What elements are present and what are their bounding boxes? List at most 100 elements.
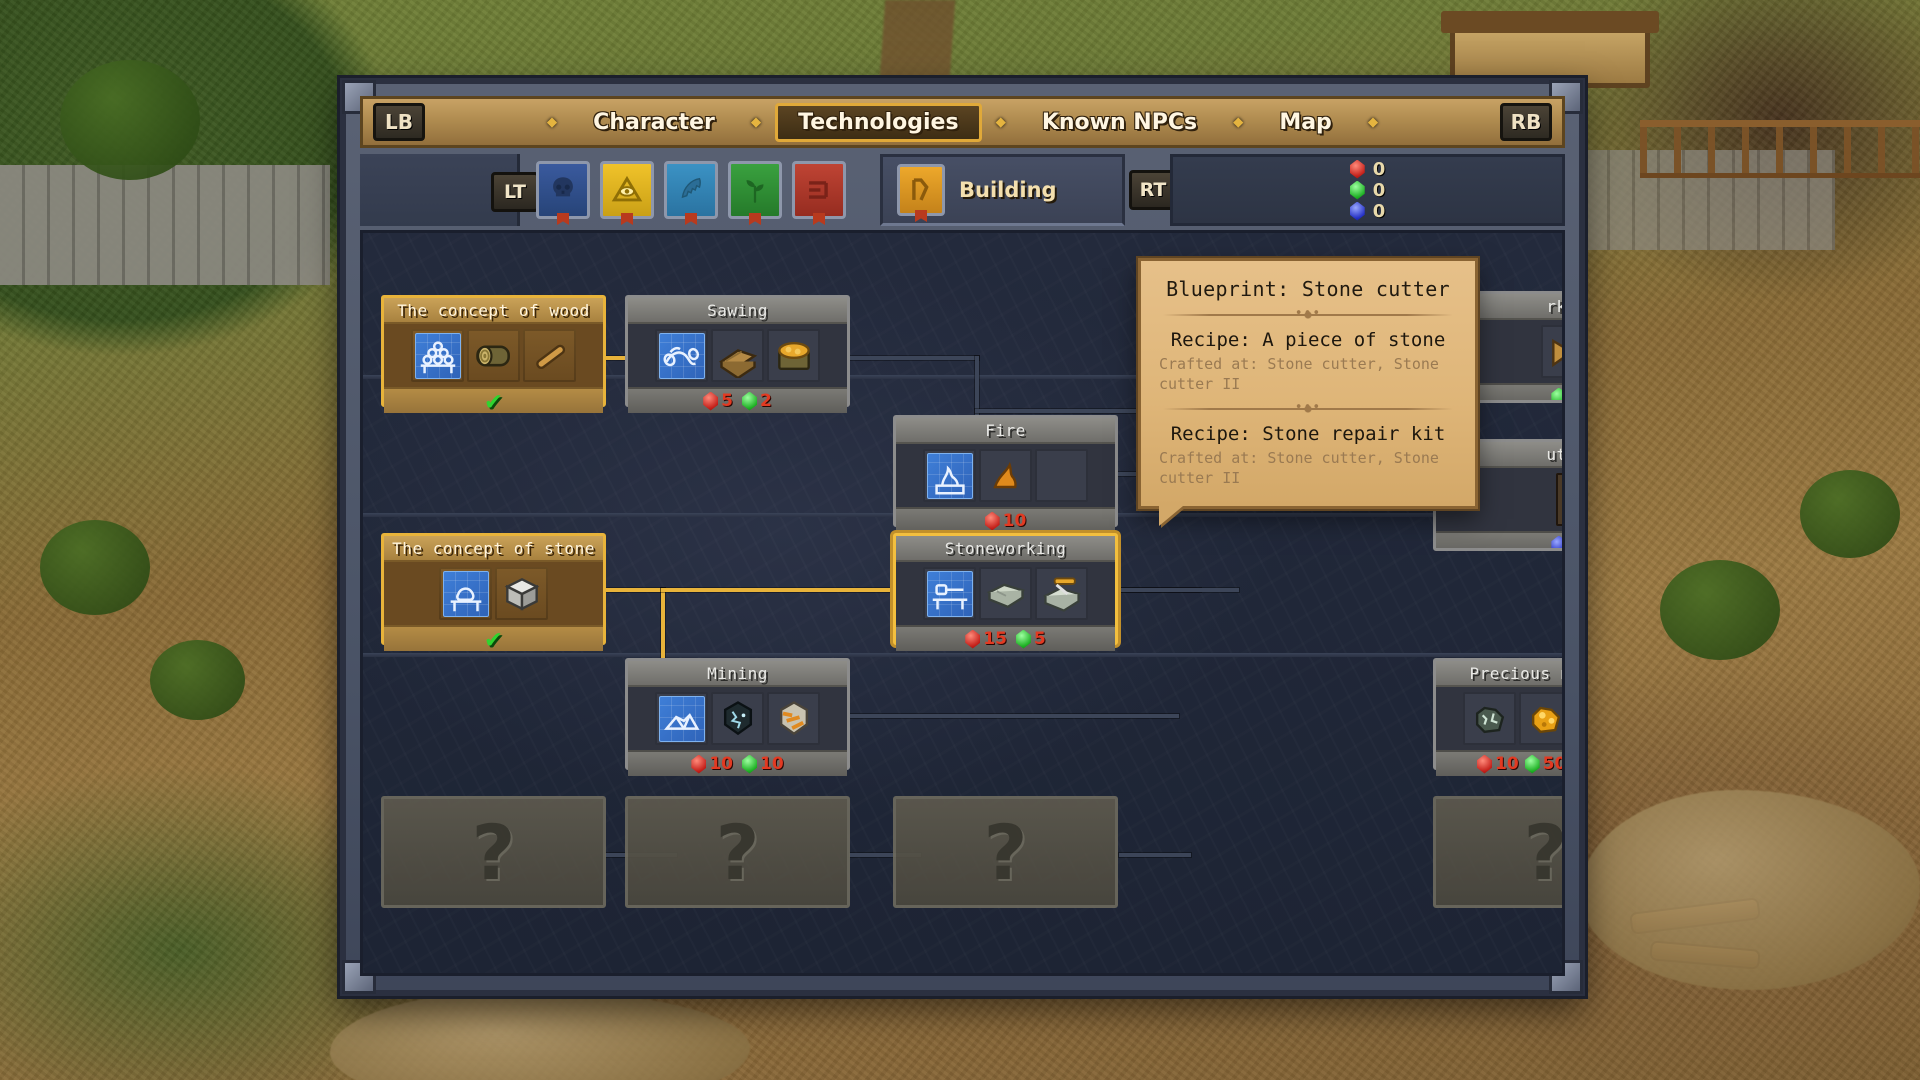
slot-item-stone-cutter-table [1035, 567, 1088, 620]
link-sawing-right [849, 356, 979, 360]
tech-node-title: Sawing [628, 298, 847, 324]
wood-planks-icon [716, 334, 760, 378]
tech-node-concept-of-stone[interactable]: The concept of stone ✔ [381, 533, 606, 652]
stone-cutter-table-icon [1040, 572, 1084, 616]
tooltip-crafted-at-2: Crafted at: Stone cutter, Stone cutter I… [1159, 448, 1439, 487]
stone-slab-icon [984, 572, 1028, 616]
cost-red: 10 [1476, 754, 1519, 774]
tech-node-locked-4[interactable]: ? [1433, 796, 1562, 908]
red-gem-icon [965, 629, 981, 649]
slot-item-stone-block [495, 567, 548, 620]
sword-book-icon[interactable] [792, 161, 846, 219]
resource-counter-panel: 0 0 0 [1170, 154, 1565, 226]
tech-node-title: Fire [896, 418, 1115, 444]
tech-node-locked-3[interactable]: ? [893, 796, 1118, 908]
slot-blueprint [655, 692, 708, 745]
red-gem-icon [691, 754, 707, 774]
blueprint-ore-pile-icon [658, 695, 705, 742]
red-gem-count: 0 [1372, 158, 1386, 180]
slot-item-sawdust-stump [767, 329, 820, 382]
green-gem-icon [1015, 629, 1031, 649]
tech-node-locked-2[interactable]: ? [625, 796, 850, 908]
tab-character[interactable]: Character [571, 104, 737, 141]
green-gem-icon [1551, 387, 1562, 400]
hammer-book-icon[interactable] [897, 164, 945, 216]
tech-node-sawing[interactable]: Sawing 5 2 [625, 295, 850, 413]
tooltip-recipe-2: Recipe: Stone repair kit [1170, 422, 1446, 445]
slot-blueprint [439, 567, 492, 620]
tech-node-slots [1436, 687, 1562, 750]
left-bumper-button[interactable]: LB [373, 103, 425, 141]
selected-category-panel[interactable]: Building [880, 154, 1125, 226]
lumberjack-npc-icon [1561, 478, 1563, 522]
tech-node-concept-of-wood[interactable]: The concept of wood ✔ [381, 295, 606, 414]
tech-node-firestarting[interactable]: Fire 10 [893, 415, 1118, 533]
row-divider [363, 653, 1562, 657]
cost-value: 10 [760, 754, 784, 774]
top-tab-bar: LB ◆ Character ◆ Technologies ◆ Known NP… [360, 96, 1565, 148]
green-gem-icon [742, 391, 757, 411]
link-mining-to-precious [849, 714, 1179, 718]
tech-node-title: Precious metals [1436, 661, 1562, 687]
tech-node-locked-1[interactable]: ? [381, 796, 606, 908]
slot-item-lumberjack [1556, 473, 1563, 526]
tech-node-precious-metals[interactable]: Precious metals [1433, 658, 1562, 776]
resource-blue: 0 [1349, 201, 1385, 222]
cost-green: 5 [1015, 629, 1046, 649]
blueprint-fire-icon [926, 452, 973, 499]
eye-pyramid-book-icon[interactable] [600, 161, 654, 219]
cost-red: 15 [965, 629, 1007, 649]
tech-node-stoneworking[interactable]: Stoneworking 15 5 [893, 533, 1118, 651]
stone-wall-left [0, 165, 330, 285]
right-bumper-button[interactable]: RB [1500, 103, 1552, 141]
green-gem-icon [1349, 180, 1365, 200]
researched-check-icon: ✔ [485, 624, 502, 654]
cost-green: 50 [1524, 754, 1565, 774]
tech-node-slots [384, 562, 603, 625]
tech-node-slots [628, 324, 847, 387]
tab-map[interactable]: Map [1257, 104, 1354, 141]
stone-block-icon [500, 572, 544, 616]
sawdust-stump-icon [772, 334, 816, 378]
blueprint-stone-bench-icon [442, 570, 489, 617]
tech-node-footer: ✔ [384, 387, 603, 414]
tooltip-title: Blueprint: Stone cutter [1166, 277, 1450, 301]
bush-d [1800, 470, 1900, 558]
cost-blue: 20 [1551, 535, 1562, 548]
cost-value: 15 [983, 629, 1007, 649]
cost-value: 50 [1542, 754, 1565, 774]
category-bar: LT Building RT 0 0 0 [360, 154, 1565, 226]
bush-b [150, 640, 245, 720]
tab-separator-icon: ◆ [995, 112, 1006, 132]
plant-book-icon[interactable] [728, 161, 782, 219]
slot-blueprint [411, 329, 464, 382]
tech-node-footer: 10 [896, 507, 1115, 533]
slot-empty [1035, 449, 1088, 502]
tech-node-mining[interactable]: Mining 10 10 [625, 658, 850, 776]
tab-technologies[interactable]: Technologies [775, 102, 982, 142]
cost-value: 5 [721, 391, 733, 411]
green-gem-icon [1524, 754, 1540, 774]
locked-question-icon: ? [471, 807, 516, 897]
slot-item-wood-log [467, 329, 520, 382]
feather-book-icon[interactable] [664, 161, 718, 219]
left-trigger-button[interactable]: LT [491, 172, 539, 212]
tech-node-footer: 10 10 [628, 750, 847, 776]
tech-node-title: The concept of wood [384, 298, 603, 324]
bush-a [40, 520, 150, 615]
locked-question-icon: ? [983, 807, 1028, 897]
slot-item-wood-planks [711, 329, 764, 382]
tech-node-footer: 20 [1436, 531, 1562, 548]
iron-nugget-icon [1468, 697, 1512, 741]
tab-list: ◆ Character ◆ Technologies ◆ Known NPCs … [435, 99, 1490, 145]
cost-green: 2 [742, 391, 772, 411]
fence-right [1640, 120, 1920, 178]
tab-known-npcs[interactable]: Known NPCs [1020, 104, 1219, 141]
red-gem-icon [1349, 159, 1365, 179]
tech-node-footer: ✔ [384, 624, 603, 654]
skull-book-icon[interactable] [536, 161, 590, 219]
tooltip-crafted-at-1: Crafted at: Stone cutter, Stone cutter I… [1159, 355, 1439, 394]
cost-value: 10 [1494, 754, 1519, 774]
cost-green: 10 [1551, 387, 1562, 400]
rock-patch-bottom [330, 990, 750, 1080]
